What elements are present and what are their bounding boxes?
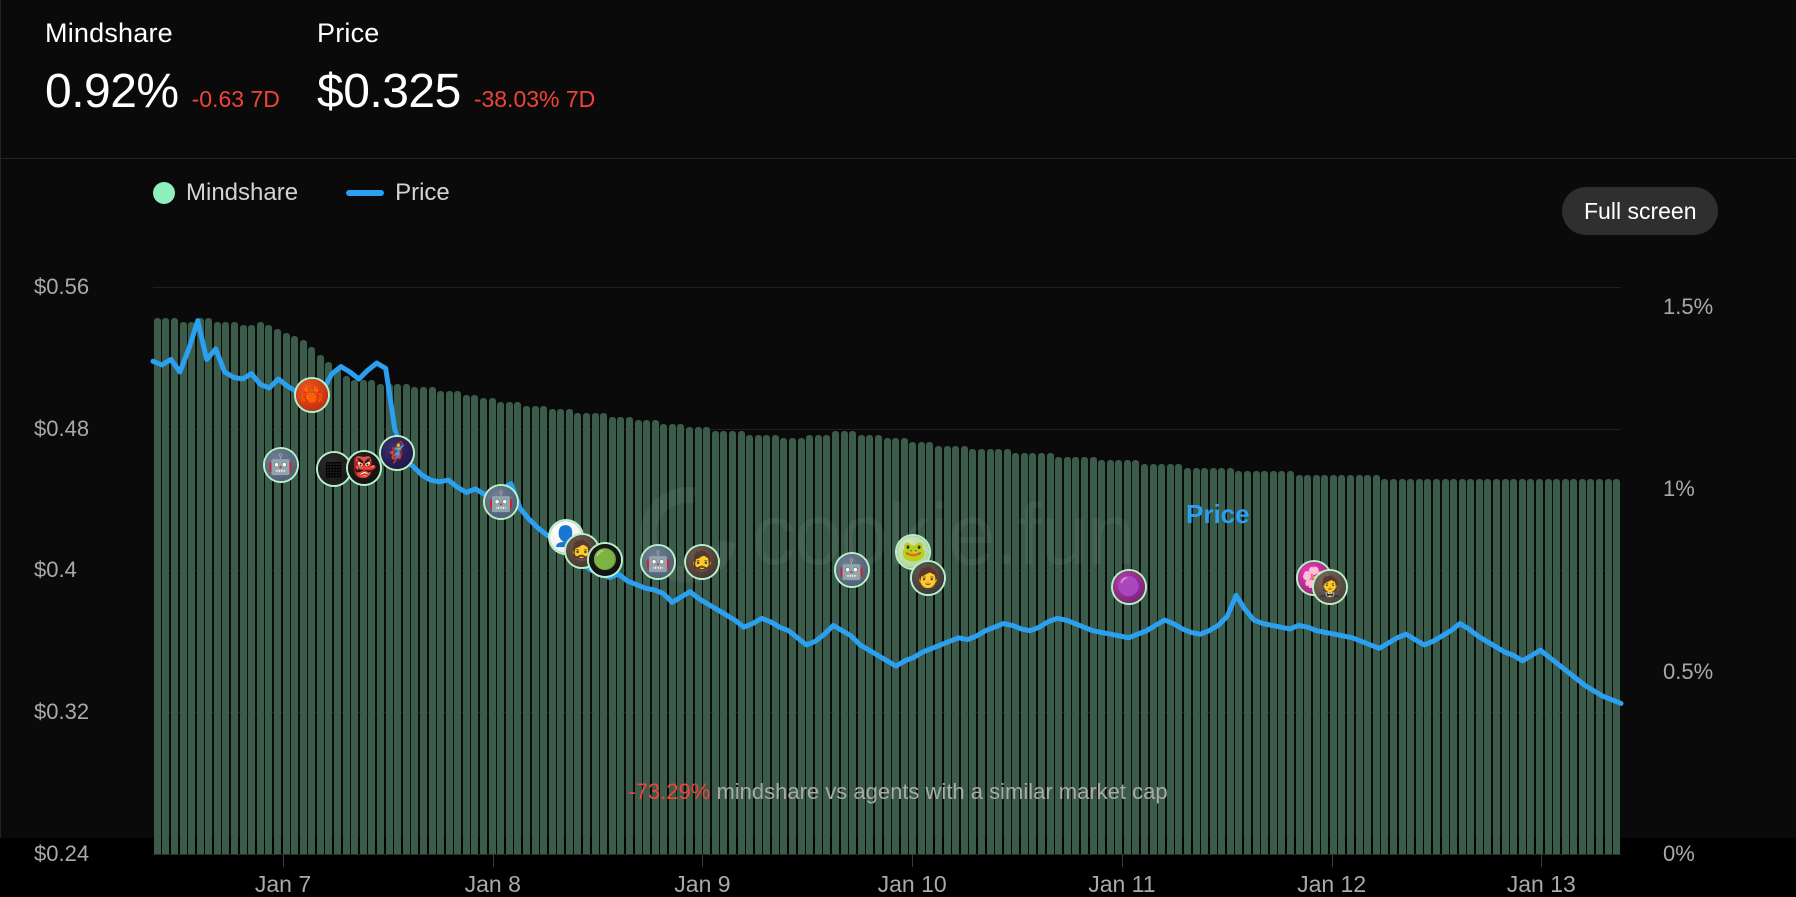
footer-text: mindshare vs agents with a similar marke… — [710, 779, 1168, 804]
legend-price-label: Price — [395, 179, 450, 206]
x-axis-tick-label: Jan 10 — [877, 871, 947, 897]
stat-price: Price $0.325 -38.03% 7D — [317, 20, 595, 117]
y-axis-left-tick: $0.56 — [34, 273, 90, 299]
x-axis-tick-label: Jan 13 — [1506, 871, 1576, 897]
y-axis-right-tick: 1% — [1663, 476, 1695, 502]
avatar-marker-2[interactable]: 🤖 — [262, 447, 299, 483]
legend-item-price[interactable]: Price — [346, 181, 450, 205]
x-axis-tick-mark — [492, 854, 494, 867]
x-axis-tick-label: Jan 12 — [1297, 871, 1367, 897]
x-axis-tick-label: Jan 9 — [674, 871, 731, 897]
x-axis-tick-mark — [283, 854, 285, 867]
avatar-image: 🧔 — [686, 546, 719, 578]
avatar-marker-5[interactable]: 🦸 — [378, 435, 415, 471]
avatar-image: 🦀 — [295, 379, 328, 411]
avatar-image: 🟢 — [589, 544, 622, 576]
stat-mindshare-label: Mindshare — [45, 18, 173, 48]
y-axis-left-tick: $0.4 — [34, 557, 77, 583]
stats-bar: Mindshare 0.92% -0.63 7D Price $0.325 -3… — [0, 0, 1796, 159]
x-axis-tick-label: Jan 11 — [1088, 871, 1156, 897]
x-axis-tick-mark — [1121, 854, 1123, 867]
footer-note: -73.29% mindshare vs agents with a simil… — [0, 780, 1796, 804]
avatar-image: 🤵 — [1314, 571, 1347, 603]
x-axis-tick-mark — [1541, 854, 1543, 867]
avatar-image: 👺 — [348, 452, 381, 484]
avatar-marker-15[interactable]: 🟣 — [1111, 569, 1148, 605]
avatar-image: 🤖 — [641, 546, 674, 578]
y-axis-right-tick: 1.5% — [1663, 294, 1714, 320]
y-axis-left-tick: $0.32 — [34, 699, 90, 725]
y-axis-right-tick: 0% — [1663, 841, 1695, 866]
avatar-image: 🤖 — [835, 554, 868, 586]
price-series-annotation: Price — [1186, 499, 1250, 529]
legend-mindshare-label: Mindshare — [186, 179, 299, 206]
stat-mindshare-value: 0.92% — [45, 65, 179, 118]
y-axis-right-tick: 0.5% — [1663, 658, 1714, 684]
avatar-marker-10[interactable]: 🤖 — [639, 544, 676, 580]
avatar-image: 🤖 — [264, 449, 297, 481]
avatar-marker-6[interactable]: 🤖 — [482, 484, 519, 520]
avatar-image: 🟣 — [1113, 571, 1146, 603]
price-line-icon — [346, 190, 385, 196]
price-line-chart — [153, 216, 1621, 854]
avatar-image: 🦸 — [380, 437, 413, 469]
avatar-marker-9[interactable]: 🟢 — [587, 542, 624, 578]
x-axis-tick-mark — [702, 854, 704, 867]
footer-percent: -73.29% — [628, 779, 711, 804]
avatar-marker-1[interactable]: 🦀 — [293, 377, 330, 413]
y-axis-left-tick: $0.24 — [34, 841, 90, 866]
legend-item-mindshare[interactable]: Mindshare — [153, 181, 298, 205]
avatar-marker-12[interactable]: 🤖 — [833, 552, 870, 588]
stat-price-delta: -38.03% 7D — [473, 86, 596, 112]
stat-mindshare: Mindshare 0.92% -0.63 7D — [45, 20, 280, 117]
x-axis-tick-mark — [912, 854, 914, 867]
avatar-marker-14[interactable]: 🧑 — [910, 560, 947, 596]
x-axis-tick-label: Jan 8 — [464, 871, 521, 897]
chart-panel: Mindshare Price Full screen $0.56 $0.48 $0… — [0, 159, 1796, 896]
stat-price-label: Price — [317, 18, 380, 48]
mindshare-price-chart-widget: Mindshare 0.92% -0.63 7D Price $0.325 -3… — [0, 0, 1796, 896]
y-axis-left-tick: $0.48 — [34, 415, 90, 441]
avatar-image: 🤖 — [484, 486, 517, 518]
stat-price-value: $0.325 — [317, 65, 461, 118]
avatar-marker-11[interactable]: 🧔 — [684, 544, 721, 580]
x-axis-tick-mark — [1331, 854, 1333, 867]
x-axis-tick-label: Jan 7 — [254, 871, 312, 897]
stat-mindshare-delta: -0.63 7D — [191, 86, 280, 112]
avatar-image: ▦ — [317, 453, 350, 485]
x-axis-line — [153, 854, 1621, 855]
chart-legend: Mindshare Price — [153, 181, 450, 205]
avatar-image: 🧑 — [912, 562, 945, 594]
plot-area: cookie.fun 🦀🤖▦👺🦸🤖👤🧔🟢🤖🧔🤖🐸🧑🟣🌸🤵 — [153, 216, 1621, 854]
mindshare-dot-icon — [153, 182, 175, 204]
